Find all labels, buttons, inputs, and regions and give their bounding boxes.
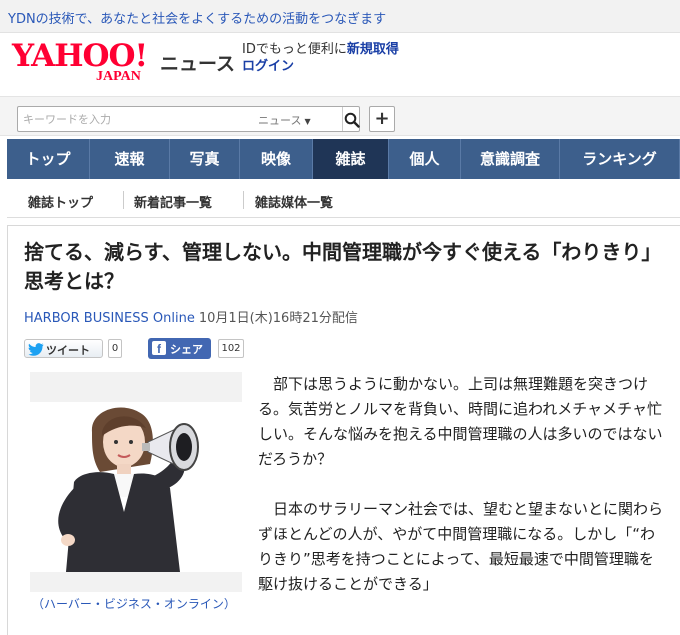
logo-sub: JAPAN bbox=[96, 69, 141, 84]
facebook-icon: f bbox=[152, 341, 166, 356]
caret-down-icon: ▼ bbox=[304, 117, 311, 126]
promo-bar: YDNの技術で、あなたと社会をよくするための活動をつなぎます bbox=[0, 0, 680, 33]
subnav-divider bbox=[243, 191, 244, 209]
photo-bottom-band bbox=[30, 572, 242, 592]
nav-tab-5[interactable]: 雑誌 bbox=[313, 139, 389, 179]
article-title: 捨てる、減らす、管理しない。中間管理職が今すぐ使える「わりきり」思考とは？ bbox=[24, 240, 662, 293]
facebook-share-button[interactable]: f シェア bbox=[148, 338, 211, 359]
id-lead-text: IDでもっと便利に bbox=[242, 42, 347, 57]
yahoo-japan-logo[interactable]: YAHOO! JAPAN bbox=[12, 39, 158, 89]
photo-top-band bbox=[30, 372, 242, 402]
tweet-label: ツイート bbox=[46, 344, 90, 357]
nav-tab-2[interactable]: 速報 bbox=[90, 139, 170, 179]
search-input[interactable] bbox=[23, 110, 243, 128]
subnav-divider bbox=[123, 191, 124, 209]
article: 捨てる、減らす、管理しない。中間管理職が今すぐ使える「わりきり」思考とは？ HA… bbox=[7, 225, 680, 635]
logo-word: YAHOO! bbox=[12, 38, 148, 74]
user-links: IDでもっと便利に新規取得 ログイン bbox=[242, 41, 399, 75]
nav-tab-8[interactable]: ランキング bbox=[560, 139, 680, 179]
woman-with-megaphone-image bbox=[58, 407, 199, 572]
sub-nav: 雑誌トップ 新着記事一覧 雑誌媒体一覧 bbox=[7, 184, 680, 218]
twitter-bird-icon bbox=[28, 343, 44, 356]
nav-tab-1[interactable]: トップ bbox=[7, 139, 90, 179]
publish-date: 10月1日(木)16時21分配信 bbox=[198, 311, 358, 326]
search-row: ニュース▼ + bbox=[0, 96, 680, 136]
share-label: シェア bbox=[170, 343, 203, 356]
site-header: YAHOO! JAPAN ニュース IDでもっと便利に新規取得 ログイン bbox=[0, 33, 680, 93]
main-nav: トップ 速報 写真 映像 雑誌 個人 意識調査 ランキング bbox=[7, 139, 680, 179]
promo-link[interactable]: YDNの技術で、あなたと社会をよくするための活動をつなぎます bbox=[8, 8, 386, 27]
add-button[interactable]: + bbox=[369, 106, 395, 132]
source-link[interactable]: HARBOR BUSINESS Online bbox=[24, 311, 195, 326]
article-paragraph: 部下は思うように動かない。上司は無理難題を突きつける。気苦労とノルマを背負い、時… bbox=[258, 375, 663, 468]
search-box: ニュース▼ bbox=[17, 106, 360, 132]
article-photo-block: （ハーバー・ビジネス・オンライン） bbox=[30, 372, 242, 634]
tweet-button[interactable]: ツイート bbox=[24, 339, 103, 358]
news-brand[interactable]: ニュース bbox=[160, 49, 235, 76]
subnav-magazine-list[interactable]: 雑誌媒体一覧 bbox=[255, 192, 333, 211]
article-source-line: HARBOR BUSINESS Online 10月1日(木)16時21分配信 bbox=[24, 307, 358, 326]
login-link[interactable]: ログイン bbox=[242, 59, 294, 74]
search-button[interactable] bbox=[342, 107, 360, 131]
search-icon bbox=[344, 112, 360, 128]
signup-link[interactable]: 新規取得 bbox=[347, 42, 399, 57]
search-scope-select[interactable]: ニュース ▼ bbox=[258, 112, 311, 128]
nav-tab-6[interactable]: 個人 bbox=[389, 139, 461, 179]
share-count: 102 bbox=[218, 339, 244, 358]
article-paragraph: 日本のサラリーマン社会では、望むと望まないとに関わらずほとんどの人が、やがて中間… bbox=[258, 500, 664, 593]
article-body: 部下は思うように動かない。上司は無理難題を突きつける。気苦労とノルマを背負い、時… bbox=[258, 372, 666, 622]
nav-tab-3[interactable]: 写真 bbox=[170, 139, 240, 179]
photo-caption[interactable]: （ハーバー・ビジネス・オンライン） bbox=[32, 596, 240, 612]
nav-tab-4[interactable]: 映像 bbox=[240, 139, 313, 179]
tweet-count: 0 bbox=[108, 339, 122, 358]
subnav-latest-articles[interactable]: 新着記事一覧 bbox=[134, 192, 212, 211]
nav-tab-7[interactable]: 意識調査 bbox=[461, 139, 560, 179]
article-photo[interactable] bbox=[30, 402, 242, 572]
search-scope-label: ニュース bbox=[258, 114, 302, 127]
subnav-magazine-top[interactable]: 雑誌トップ bbox=[28, 192, 93, 211]
